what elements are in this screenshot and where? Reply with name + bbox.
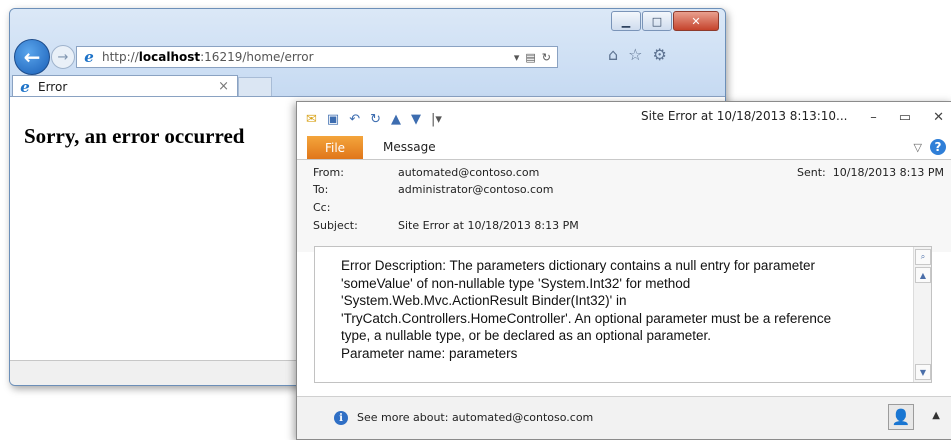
info-icon: i: [334, 411, 348, 425]
mail-window: ✉ ▣ ↶ ↻ ▲ ▼ |▾ Site Error at 10/18/2013 …: [296, 101, 951, 440]
body-line: 'TryCatch.Controllers.HomeController'. A…: [341, 310, 832, 326]
file-tab[interactable]: File: [307, 136, 363, 159]
mail-restore-icon[interactable]: ▭: [899, 110, 911, 125]
person-icon: 👤: [891, 408, 911, 426]
redo-icon[interactable]: ↻: [370, 112, 381, 127]
minimize-icon: ▁: [621, 14, 631, 28]
scroll-down-icon[interactable]: ▼: [915, 364, 931, 380]
search-dropdown-icon[interactable]: ▾: [514, 51, 520, 64]
zoom-icon[interactable]: ⌕: [915, 249, 931, 265]
message-tab[interactable]: Message: [383, 140, 436, 154]
browser-chrome: ▁ □ ✕ ← → e http://localhost:16219/home/…: [10, 9, 725, 97]
minimize-button[interactable]: ▁: [611, 11, 641, 31]
previous-item-icon[interactable]: ▲: [391, 112, 401, 127]
avatar[interactable]: 👤: [888, 404, 914, 430]
close-icon: ✕: [691, 14, 701, 28]
sent-label: Sent:: [797, 166, 826, 179]
quick-access-toolbar: ✉ ▣ ↶ ↻ ▲ ▼ |▾ Site Error at 10/18/2013 …: [297, 102, 951, 136]
sent-value: 10/18/2013 8:13 PM: [832, 166, 944, 179]
help-icon[interactable]: ?: [930, 139, 946, 155]
undo-icon[interactable]: ↶: [349, 112, 360, 127]
browser-command-icons: ⌂ ☆ ⚙: [608, 45, 667, 64]
url-prefix: http://: [102, 50, 139, 64]
to-value[interactable]: administrator@contoso.com: [398, 183, 553, 196]
browser-window-controls: ▁ □ ✕: [610, 11, 719, 31]
page-heading: Sorry, an error occurred: [24, 124, 245, 148]
scroll-up-icon[interactable]: ▲: [915, 267, 931, 283]
message-body-text: Error Description: The parameters dictio…: [341, 257, 911, 362]
ribbon-right-controls: ▽ ?: [914, 139, 946, 155]
sent-info: Sent: 10/18/2013 8:13 PM: [797, 166, 944, 179]
ribbon: File Message ▽ ?: [297, 136, 951, 160]
back-arrow-icon: ←: [23, 45, 41, 69]
address-bar-tools: ▾ ▤ ↻: [514, 47, 551, 67]
save-icon[interactable]: ▣: [327, 112, 339, 127]
people-pane: i See more about: automated@contoso.com …: [297, 396, 951, 439]
from-value[interactable]: automated@contoso.com: [398, 166, 539, 179]
url-host: localhost: [138, 50, 201, 64]
compatibility-view-icon[interactable]: ▤: [525, 51, 535, 64]
close-button[interactable]: ✕: [673, 11, 719, 31]
to-label: To:: [313, 183, 329, 196]
mail-window-title: Site Error at 10/18/2013 8:13:10...: [641, 109, 848, 123]
tab-close-icon[interactable]: ×: [218, 79, 229, 94]
tab-error[interactable]: e Error ×: [12, 75, 238, 97]
expand-people-pane-icon[interactable]: ▲: [932, 410, 940, 421]
maximize-button[interactable]: □: [642, 11, 672, 31]
message-scrollbar[interactable]: ⌕ ▲ ▼: [913, 247, 931, 382]
message-body[interactable]: Error Description: The parameters dictio…: [314, 246, 932, 383]
back-button[interactable]: ←: [14, 39, 50, 75]
mail-minimize-icon[interactable]: –: [870, 110, 877, 125]
forward-arrow-icon: →: [57, 49, 69, 65]
home-icon[interactable]: ⌂: [608, 45, 618, 64]
url-rest: :16219/home/error: [200, 50, 314, 64]
body-line: type, a nullable type, or be declared as…: [341, 328, 711, 343]
body-line: 'System.Web.Mvc.ActionResult Binder(Int3…: [341, 293, 627, 308]
body-line: 'someValue' of non-nullable type 'System…: [341, 275, 691, 291]
tab-title: Error: [38, 79, 68, 94]
tab-ie-icon: e: [20, 77, 30, 96]
gear-icon[interactable]: ⚙: [653, 45, 667, 64]
expand-ribbon-icon[interactable]: ▽: [914, 141, 922, 154]
mail-window-controls: – ▭ ✕: [870, 110, 944, 125]
see-more-link[interactable]: See more about: automated@contoso.com: [357, 411, 593, 424]
maximize-icon: □: [651, 14, 663, 28]
refresh-icon[interactable]: ↻: [542, 51, 551, 64]
subject-label: Subject:: [313, 219, 358, 232]
next-item-icon[interactable]: ▼: [411, 112, 421, 127]
address-bar[interactable]: e http://localhost:16219/home/error ▾ ▤ …: [76, 46, 558, 68]
body-line: Error Description: The parameters dictio…: [341, 258, 815, 273]
message-header: From: automated@contoso.com To: administ…: [297, 160, 951, 252]
new-tab-button[interactable]: [238, 77, 272, 97]
ie-page-icon: e: [84, 48, 94, 66]
star-icon[interactable]: ☆: [628, 45, 642, 64]
cc-label: Cc:: [313, 201, 331, 214]
forward-button[interactable]: →: [51, 45, 75, 69]
body-line: Parameter name: parameters: [341, 345, 518, 361]
customize-toolbar-icon[interactable]: |▾: [431, 112, 442, 127]
from-label: From:: [313, 166, 344, 179]
mail-close-icon[interactable]: ✕: [933, 110, 944, 125]
envelope-icon: ✉: [306, 112, 317, 127]
subject-value: Site Error at 10/18/2013 8:13 PM: [398, 219, 579, 232]
quick-access-icons: ✉ ▣ ↶ ↻ ▲ ▼ |▾: [306, 112, 442, 127]
